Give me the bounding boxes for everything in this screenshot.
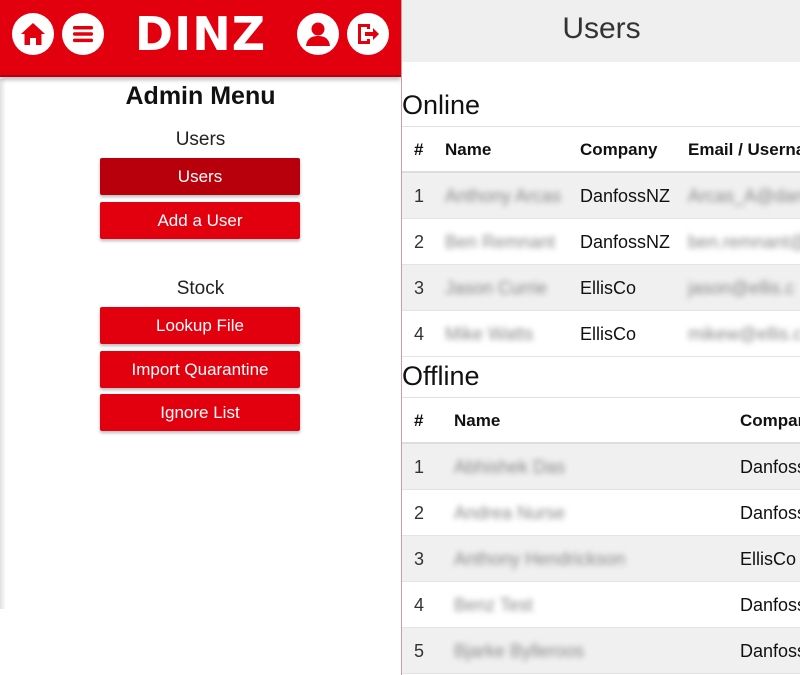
user-company: Danfoss [740,503,800,523]
table-row[interactable]: 4 Mike Watts EllisCo mikew@ellis.c [402,311,800,357]
row-number: 5 [414,641,425,661]
user-icon[interactable] [297,13,339,55]
user-company: DanfossNZ [580,232,671,252]
user-name: Anthony Arcas [445,186,562,206]
column-header[interactable]: Compar [740,398,800,444]
online-heading: Online [402,90,481,120]
user-company: EllisCo [580,324,637,344]
row-number: 2 [414,232,425,252]
table-row[interactable]: 5 Bjarke Bylleroos Danfoss [402,628,800,674]
top-bar: DINZ [0,0,401,77]
user-name: Andrea Nurse [454,503,566,523]
brand-logo: DINZ [134,7,267,61]
column-header[interactable]: Company [580,127,685,173]
ignore-list-button[interactable]: Ignore List [100,394,300,431]
user-email: jason@ellis.c [688,278,795,298]
user-name: Bjarke Bylleroos [454,641,585,661]
user-email: mikew@ellis.c [688,324,800,344]
lookup-file-button[interactable]: Lookup File [100,307,300,344]
admin-sidebar: DINZ Admin Menu Users Users Add a User S… [0,0,401,675]
users-button[interactable]: Users [100,158,300,195]
user-company: EllisCo [740,549,797,569]
table-row[interactable]: 1 Anthony Arcas DanfossNZ Arcas_A@dan [402,173,800,219]
page-header: Users [402,0,800,62]
user-name: Ben Remnant [445,232,556,252]
user-company: Danfoss [740,457,800,477]
table-row[interactable]: 3 Anthony Hendrickson EllisCo [402,536,800,582]
offline-heading: Offline [402,361,480,391]
logout-icon[interactable] [347,13,389,55]
row-number: 4 [414,324,425,344]
table-row[interactable]: 2 Andrea Nurse Danfoss [402,490,800,536]
online-users-table: # Name Company Email / Userna 1 Anthony … [402,126,800,357]
table-header-row: # Name Compar [402,398,800,444]
user-name: Jason Currie [445,278,548,298]
offline-users-table: # Name Compar 1 Abhishek Das Danfoss 2 A… [402,397,800,674]
admin-menu-title: Admin Menu [125,82,276,110]
column-header[interactable]: Name [445,127,575,173]
table-row[interactable]: 1 Abhishek Das Danfoss [402,444,800,490]
user-name: Benz Test [454,595,533,615]
import-quarantine-button[interactable]: Import Quarantine [100,351,300,388]
user-email: Arcas_A@dan [688,186,800,206]
table-row[interactable]: 3 Jason Currie EllisCo jason@ellis.c [402,265,800,311]
row-number: 1 [414,457,425,477]
stock-section-label: Stock [176,278,225,299]
table-row[interactable]: 4 Benz Test Danfoss [402,582,800,628]
user-name: Mike Watts [445,324,534,344]
table-header-row: # Name Company Email / Userna [402,127,800,173]
row-number: 3 [414,278,425,298]
column-header: # [414,140,424,159]
column-header: # [414,411,424,430]
column-header[interactable]: Email / Userna [688,127,800,173]
add-user-button[interactable]: Add a User [100,202,300,239]
user-company: Danfoss [740,641,800,661]
user-email: ben.remnant@ [688,232,800,252]
user-company: EllisCo [580,278,637,298]
row-number: 4 [414,595,425,615]
user-name: Abhishek Das [454,457,566,477]
row-number: 3 [414,549,425,569]
user-name: Anthony Hendrickson [454,549,626,569]
column-header[interactable]: Name [454,398,654,444]
users-section-label: Users [175,129,226,150]
user-company: Danfoss [740,595,800,615]
row-number: 1 [414,186,425,206]
page-title: Users [562,12,641,45]
user-company: DanfossNZ [580,186,671,206]
sidebar-shadow [0,79,6,609]
row-number: 2 [414,503,425,523]
table-row[interactable]: 2 Ben Remnant DanfossNZ ben.remnant@ [402,219,800,265]
users-panel: Users Online # Name Company Email / User… [401,0,800,675]
